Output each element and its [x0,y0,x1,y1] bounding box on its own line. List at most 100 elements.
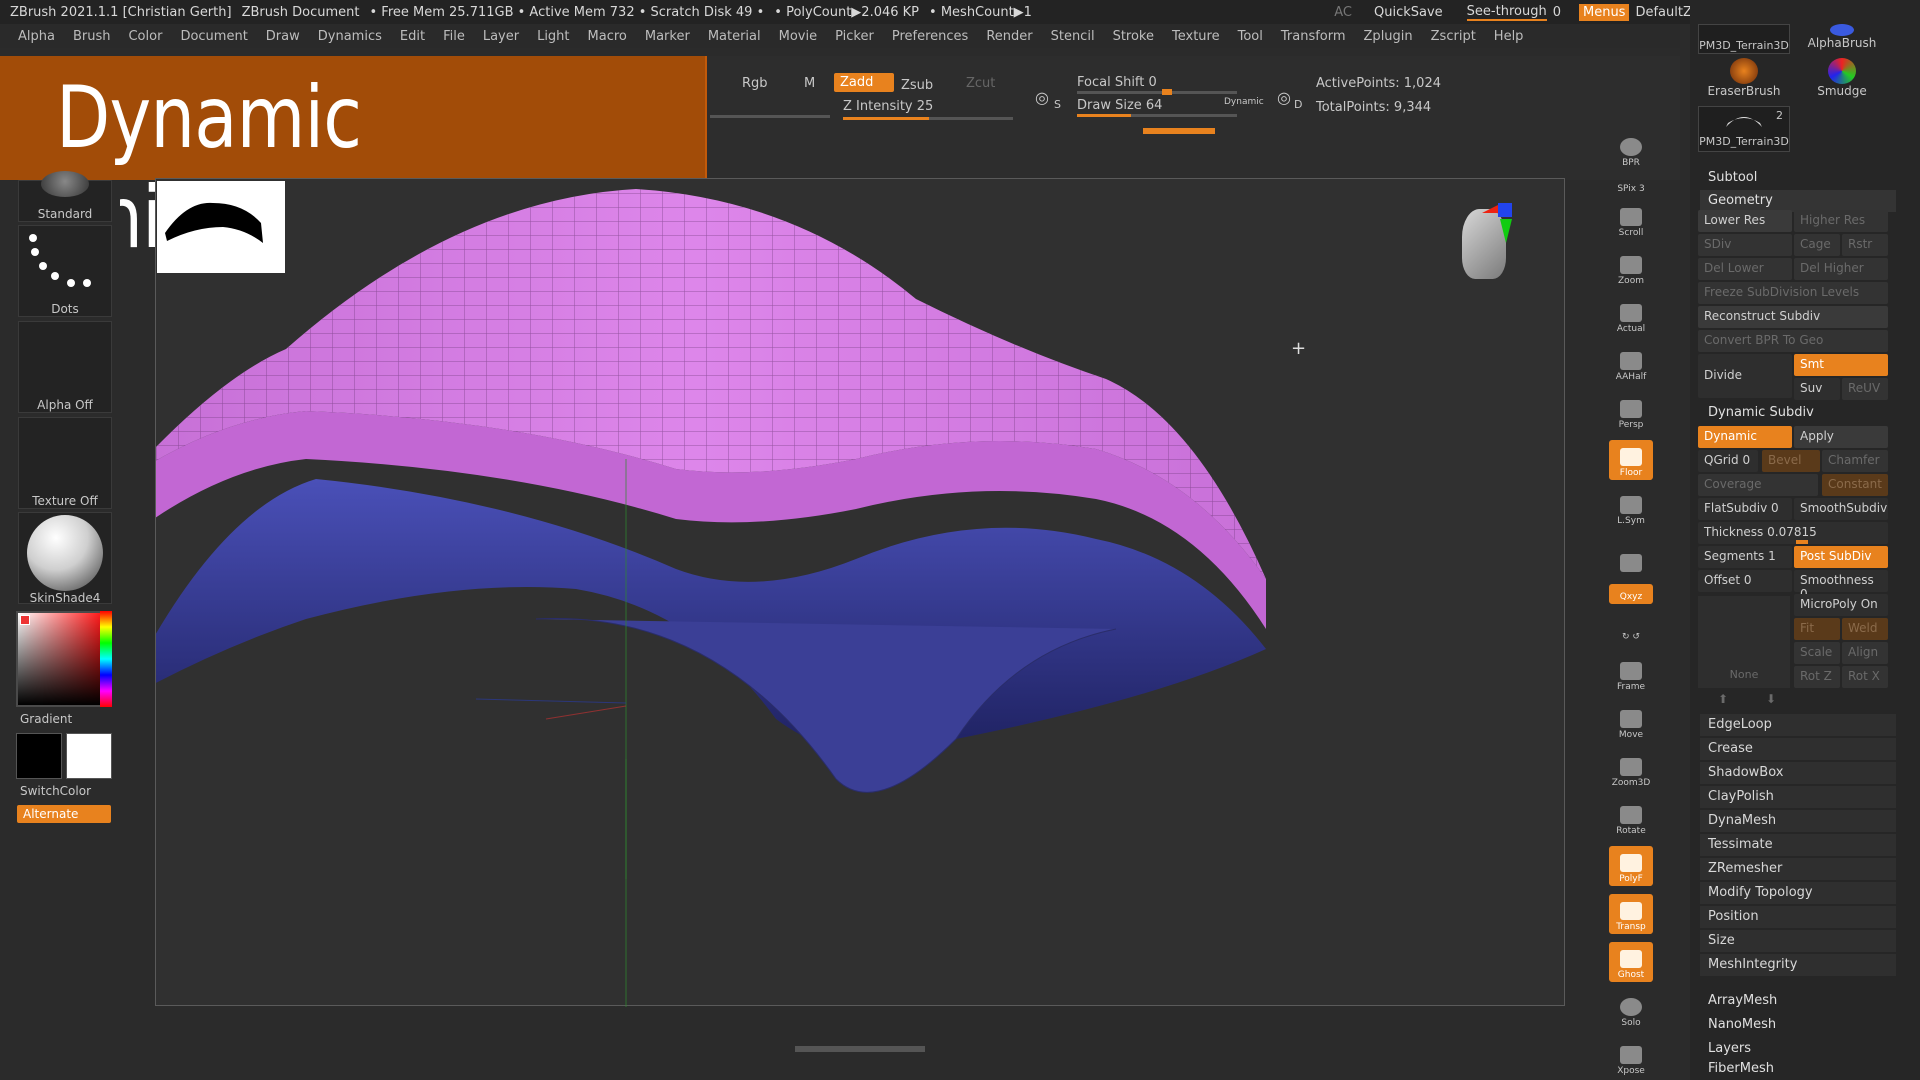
fibermesh-header[interactable]: FiberMesh [1700,1058,1896,1080]
layers-header[interactable]: Layers [1700,1038,1896,1060]
divide-button[interactable]: Divide [1698,354,1792,398]
solo-button[interactable]: Solo [1609,990,1653,1030]
smoothness-slider[interactable]: Smoothness 0 [1794,570,1888,601]
crease-menu[interactable]: Crease [1700,738,1896,760]
actual-button[interactable]: Actual [1609,296,1653,336]
menu-texture[interactable]: Texture [1172,29,1220,44]
align-button[interactable]: Align [1842,642,1888,664]
suv-button[interactable]: Suv [1794,378,1840,400]
tessimate-menu[interactable]: Tessimate [1700,834,1896,856]
menu-preferences[interactable]: Preferences [892,29,968,44]
alpha-tile[interactable]: Alpha Off [18,321,112,413]
dynamic-size-button[interactable]: Dynamic [1224,97,1264,107]
gradient-label[interactable]: Gradient [20,712,72,726]
focal-shift-slider[interactable]: Focal Shift 0 [1077,75,1157,90]
fit-button[interactable]: Fit [1794,618,1840,640]
material-tile[interactable]: SkinShade4 [18,512,112,605]
subtool-header[interactable]: Subtool [1700,167,1896,189]
rgb-button[interactable]: Rgb [742,76,768,91]
offset-slider[interactable]: Offset 0 [1698,570,1792,592]
zadd-button[interactable]: Zadd [834,73,894,92]
polyf-button[interactable]: PolyF [1609,846,1653,886]
menu-render[interactable]: Render [986,29,1032,44]
lower-res-button[interactable]: Lower Res [1698,210,1792,232]
arrow-down-icon[interactable]: ⬇ [1766,692,1776,706]
standard-brush-tile[interactable]: Standard [18,171,112,222]
menu-dynamics[interactable]: Dynamics [318,29,382,44]
viewport-scroll-handle[interactable] [795,1046,925,1052]
post-subdiv-button[interactable]: Post SubDiv [1794,546,1888,568]
focal-shift-knob[interactable] [1162,89,1172,95]
bevel-button[interactable]: Bevel [1762,450,1820,472]
transp-button[interactable]: Transp [1609,894,1653,934]
zcut-button[interactable]: Zcut [966,76,995,91]
dynamic-icon[interactable]: ◎ [1277,88,1291,107]
rot-x-button[interactable]: Rot X [1842,666,1888,688]
scale-slider[interactable]: Scale [1794,642,1840,664]
rotate-axis-icon[interactable]: ↻ ↺ [1609,604,1653,644]
document-viewport[interactable]: + [155,178,1565,1007]
del-higher-button[interactable]: Del Higher [1794,258,1888,280]
menu-brush[interactable]: Brush [73,29,111,44]
reuv-button[interactable]: ReUV [1842,378,1888,400]
menu-layer[interactable]: Layer [483,29,519,44]
size-menu[interactable]: Size [1700,930,1896,952]
menu-stroke[interactable]: Stroke [1113,29,1154,44]
modify-topology-menu[interactable]: Modify Topology [1700,882,1896,904]
smt-button[interactable]: Smt [1794,354,1888,376]
hue-slider[interactable] [100,611,112,707]
rotate-button[interactable]: Rotate [1609,798,1653,838]
menu-help[interactable]: Help [1494,29,1524,44]
menu-draw[interactable]: Draw [266,29,300,44]
convert-bpr-button[interactable]: Convert BPR To Geo [1698,330,1888,352]
dynamic-subdiv-toggle[interactable]: Dynamic [1698,426,1792,448]
zoom-button[interactable]: Zoom [1609,248,1653,288]
chamfer-button[interactable]: Chamfer [1822,450,1888,472]
quicksave-button[interactable]: QuickSave [1374,5,1443,20]
coverage-slider[interactable]: Coverage [1698,474,1818,496]
menu-stencil[interactable]: Stencil [1051,29,1095,44]
menu-material[interactable]: Material [708,29,761,44]
ac-label[interactable]: AC [1334,5,1352,20]
position-menu[interactable]: Position [1700,906,1896,928]
menu-marker[interactable]: Marker [645,29,690,44]
constant-button[interactable]: Constant [1822,474,1888,496]
move-button[interactable]: Move [1609,702,1653,742]
bpr-button[interactable]: BPR [1609,130,1653,170]
weld-button[interactable]: Weld [1842,618,1888,640]
aahalf-button[interactable]: AAHalf [1609,344,1653,384]
menu-transform[interactable]: Transform [1281,29,1346,44]
zoom3d-button[interactable]: Zoom3D [1609,750,1653,790]
alternate-button[interactable]: Alternate [17,805,111,823]
smoothsubdiv-slider[interactable]: SmoothSubdiv [1794,498,1888,520]
terrain-tool-thumb[interactable]: PM3D_Terrain3D [1698,24,1790,54]
reconstruct-subdiv-button[interactable]: Reconstruct Subdiv [1698,306,1888,328]
frame-button[interactable]: Frame [1609,654,1653,694]
shadowbox-menu[interactable]: ShadowBox [1700,762,1896,784]
dynamic-subdiv-header[interactable]: Dynamic Subdiv [1700,402,1896,424]
m-button[interactable]: M [804,76,815,91]
edgeloop-menu[interactable]: EdgeLoop [1700,714,1896,736]
micropoly-button[interactable]: MicroPoly On [1794,594,1888,616]
smudge-tool[interactable]: Smudge [1796,58,1888,102]
menu-file[interactable]: File [443,29,465,44]
focal-shift-track[interactable] [1077,91,1237,94]
claypolish-menu[interactable]: ClayPolish [1700,786,1896,808]
color-picker[interactable] [16,611,112,707]
secondary-color-swatch[interactable] [66,733,112,779]
menu-document[interactable]: Document [180,29,247,44]
arraymesh-header[interactable]: ArrayMesh [1700,990,1896,1012]
switchcolor-button[interactable]: SwitchColor [20,784,91,798]
floor-button[interactable]: Floor [1609,440,1653,480]
menu-zscript[interactable]: Zscript [1431,29,1476,44]
meshintegrity-menu[interactable]: MeshIntegrity [1700,954,1896,976]
del-lower-button[interactable]: Del Lower [1698,258,1792,280]
zsub-button[interactable]: Zsub [901,78,933,93]
menu-picker[interactable]: Picker [835,29,874,44]
navigation-gizmo[interactable] [1452,203,1522,299]
thickness-slider[interactable]: Thickness 0.07815 [1698,522,1888,544]
menus-toggle[interactable]: Menus [1578,3,1630,21]
menu-macro[interactable]: Macro [588,29,627,44]
apply-button[interactable]: Apply [1794,426,1888,448]
cage-button[interactable]: Cage [1794,234,1840,256]
